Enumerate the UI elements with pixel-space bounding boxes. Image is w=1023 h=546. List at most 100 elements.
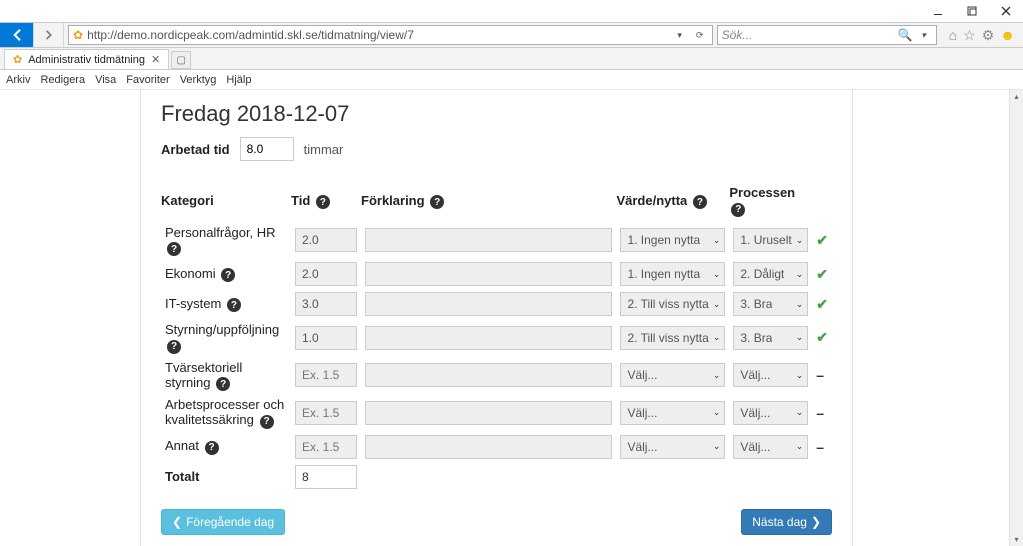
chevron-down-icon: ⌄	[796, 235, 804, 246]
tid-input[interactable]	[295, 262, 357, 286]
varde-value: Välj...	[627, 368, 657, 382]
table-row: Arbetsprocesser och kvalitetssäkring ?Vä…	[161, 397, 832, 429]
new-tab-button[interactable]: ▢	[171, 51, 191, 69]
feedback-icon[interactable]: ☻	[1000, 27, 1015, 43]
help-icon[interactable]: ?	[731, 203, 745, 217]
help-icon[interactable]: ?	[430, 195, 444, 209]
varde-select[interactable]: 2. Till viss nytta⌄	[620, 292, 725, 316]
status-ok-icon: ✔	[816, 232, 828, 248]
url-text: http://demo.nordicpeak.com/admintid.skl.…	[87, 28, 668, 42]
worked-time-unit: timmar	[304, 142, 344, 157]
window-minimize-button[interactable]	[921, 0, 955, 22]
menu-favoriter[interactable]: Favoriter	[126, 74, 169, 86]
varde-select[interactable]: 2. Till viss nytta⌄	[620, 326, 725, 350]
help-icon[interactable]: ?	[167, 340, 181, 354]
forklaring-input[interactable]	[365, 435, 612, 459]
totals-value	[295, 465, 357, 489]
th-forklaring: Förklaring ?	[361, 185, 616, 219]
processen-value: Välj...	[740, 406, 770, 420]
tid-input[interactable]	[295, 435, 357, 459]
time-grid: Kategori Tid ? Förklaring ? Värde/nytta …	[161, 179, 832, 495]
varde-value: Välj...	[627, 406, 657, 420]
search-icon[interactable]: 🔍	[898, 28, 912, 42]
forklaring-input[interactable]	[365, 292, 612, 316]
tid-input[interactable]	[295, 401, 357, 425]
menu-arkiv[interactable]: Arkiv	[6, 74, 30, 86]
varde-value: 1. Ingen nytta	[627, 267, 700, 281]
varde-value: Välj...	[627, 440, 657, 454]
status-ok-icon: ✔	[816, 329, 828, 345]
chevron-down-icon: ⌄	[713, 235, 721, 246]
varde-select[interactable]: 1. Ingen nytta⌄	[620, 228, 725, 252]
scroll-down-icon[interactable]: ▾	[1014, 535, 1018, 544]
menu-verktyg[interactable]: Verktyg	[180, 74, 217, 86]
help-icon[interactable]: ?	[221, 268, 235, 282]
forklaring-input[interactable]	[365, 262, 612, 286]
table-row: Tvärsektoriell styrning ?Välj...⌄Välj...…	[161, 360, 832, 392]
window-titlebar	[0, 0, 1023, 22]
page-viewport: Fredag 2018-12-07 Arbetad tid timmar Kat…	[0, 90, 1023, 546]
varde-select[interactable]: Välj...⌄	[620, 363, 725, 387]
forklaring-input[interactable]	[365, 401, 612, 425]
vertical-scrollbar[interactable]: ▴ ▾	[1009, 90, 1023, 546]
processen-select[interactable]: 3. Bra⌄	[733, 292, 808, 316]
help-icon[interactable]: ?	[205, 441, 219, 455]
varde-select[interactable]: 1. Ingen nytta⌄	[620, 262, 725, 286]
favorites-icon[interactable]: ☆	[963, 27, 976, 44]
chevron-down-icon: ⌄	[796, 407, 804, 418]
help-icon[interactable]: ?	[216, 377, 230, 391]
menu-visa[interactable]: Visa	[95, 74, 116, 86]
chevron-down-icon: ⌄	[796, 370, 804, 381]
forklaring-input[interactable]	[365, 363, 612, 387]
help-icon[interactable]: ?	[316, 195, 330, 209]
browser-menu-bar: Arkiv Redigera Visa Favoriter Verktyg Hj…	[0, 70, 1023, 90]
nav-back-button[interactable]	[0, 23, 34, 47]
menu-redigera[interactable]: Redigera	[40, 74, 85, 86]
next-day-button[interactable]: Nästa dag ❯	[741, 509, 832, 535]
processen-value: Välj...	[740, 440, 770, 454]
status-empty-icon: –	[816, 367, 824, 383]
chevron-down-icon: ⌄	[713, 407, 721, 418]
chevron-right-icon: ❯	[811, 515, 821, 529]
address-bar[interactable]: ✿ http://demo.nordicpeak.com/admintid.sk…	[68, 25, 713, 45]
varde-select[interactable]: Välj... ⌄	[620, 401, 725, 425]
tid-input[interactable]	[295, 326, 357, 350]
nav-forward-button[interactable]	[34, 23, 64, 47]
window-close-button[interactable]	[989, 0, 1023, 22]
tid-input[interactable]	[295, 228, 357, 252]
home-icon[interactable]: ⌂	[949, 27, 957, 43]
processen-select[interactable]: 2. Dåligt⌄	[733, 262, 808, 286]
processen-select[interactable]: Välj...⌄	[733, 363, 808, 387]
tab-close-icon[interactable]: ✕	[151, 53, 160, 66]
tools-icon[interactable]: ⚙	[982, 27, 995, 44]
scroll-up-icon[interactable]: ▴	[1014, 92, 1018, 101]
help-icon[interactable]: ?	[693, 195, 707, 209]
totals-row: Totalt	[161, 465, 832, 489]
forklaring-input[interactable]	[365, 326, 612, 350]
processen-select[interactable]: 1. Uruselt⌄	[733, 228, 808, 252]
help-icon[interactable]: ?	[227, 298, 241, 312]
window-restore-button[interactable]	[955, 0, 989, 22]
menu-hjalp[interactable]: Hjälp	[226, 74, 251, 86]
browser-search-input[interactable]: Sök... 🔍 ▾	[717, 25, 937, 45]
url-history-dropdown-icon[interactable]: ▾	[672, 30, 688, 41]
browser-tab[interactable]: ✿ Administrativ tidmätning ✕	[4, 49, 169, 69]
chevron-down-icon: ⌄	[796, 441, 804, 452]
processen-select[interactable]: Välj... ⌄	[733, 401, 808, 425]
forklaring-input[interactable]	[365, 228, 612, 252]
help-icon[interactable]: ?	[260, 415, 274, 429]
search-engine-dropdown-icon[interactable]: ▾	[916, 30, 932, 41]
refresh-icon[interactable]: ⟳	[692, 30, 708, 41]
day-form-panel: Fredag 2018-12-07 Arbetad tid timmar Kat…	[140, 90, 853, 546]
help-icon[interactable]: ?	[167, 242, 181, 256]
table-row: IT-system ?2. Till viss nytta⌄3. Bra⌄✔	[161, 292, 832, 316]
varde-select[interactable]: Välj...⌄	[620, 435, 725, 459]
processen-select[interactable]: Välj... ⌄	[733, 435, 808, 459]
tid-input[interactable]	[295, 292, 357, 316]
tab-title: Administrativ tidmätning	[28, 54, 145, 66]
table-row: Styrning/uppföljning ?2. Till viss nytta…	[161, 322, 832, 354]
worked-time-input[interactable]	[240, 137, 294, 161]
processen-select[interactable]: 3. Bra⌄	[733, 326, 808, 350]
prev-day-button[interactable]: ❮ Föregående dag	[161, 509, 285, 535]
tid-input[interactable]	[295, 363, 357, 387]
